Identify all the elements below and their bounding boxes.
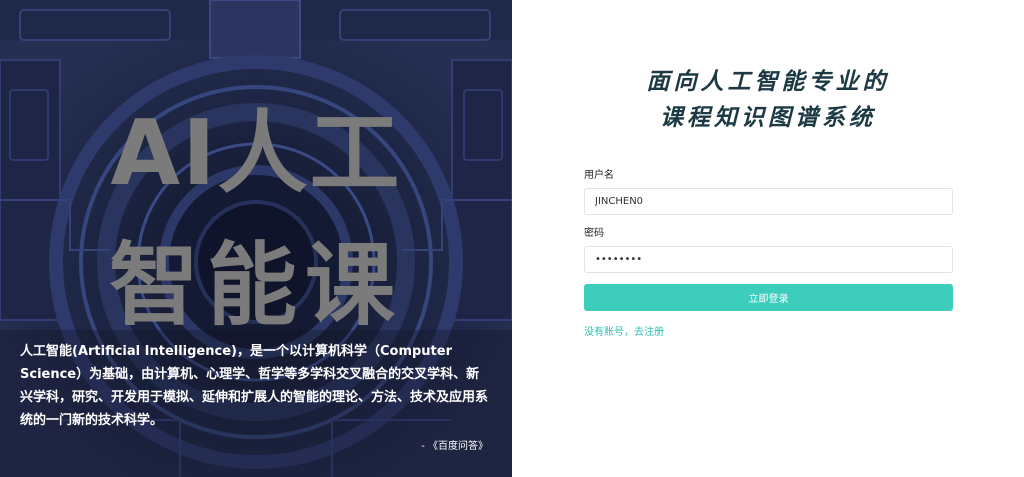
username-input[interactable] xyxy=(584,188,953,215)
hero-source: - 《百度问答》 xyxy=(421,441,488,452)
register-link[interactable]: 没有账号，去注册 xyxy=(584,323,664,338)
password-label: 密码 xyxy=(584,228,604,239)
login-button[interactable]: 立即登录 xyxy=(584,284,953,311)
hero-panel: AI人工 智能课 人工智能(Artificial Intelligence)，是… xyxy=(0,0,512,477)
login-form: 用户名 密码 立即登录 没有账号，去注册 xyxy=(584,170,953,339)
hero-title-line1: AI人工 xyxy=(110,101,402,206)
hero-title-line2: 智能课 xyxy=(109,233,403,338)
password-input[interactable] xyxy=(584,246,953,273)
hero-description: 人工智能(Artificial Intelligence)，是一个以计算机科学（… xyxy=(20,344,489,428)
login-panel: 面向人工智能专业的 课程知识图谱系统 用户名 密码 立即登录 没有账号，去注册 xyxy=(512,0,1024,477)
system-title-line1: 面向人工智能专业的 xyxy=(646,68,890,95)
system-title: 面向人工智能专业的 课程知识图谱系统 xyxy=(512,64,1024,136)
login-page: AI人工 智能课 人工智能(Artificial Intelligence)，是… xyxy=(0,0,1024,477)
username-label: 用户名 xyxy=(584,170,614,181)
system-title-line2: 课程知识图谱系统 xyxy=(660,104,876,131)
